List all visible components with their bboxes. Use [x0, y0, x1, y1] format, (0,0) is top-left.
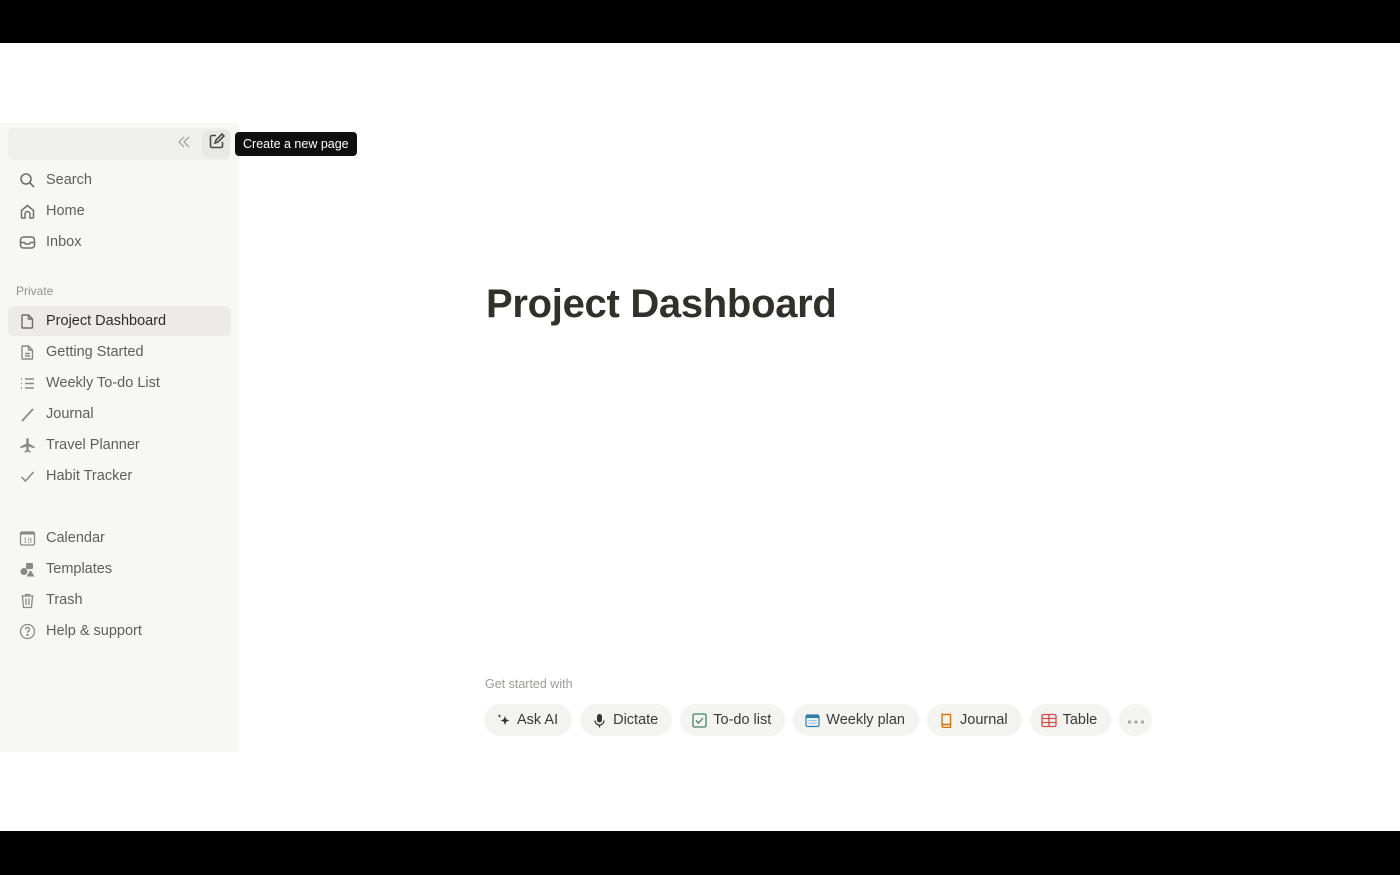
collapse-sidebar-button[interactable]	[172, 132, 196, 156]
chip-label: To-do list	[713, 712, 772, 728]
table-button[interactable]: Table	[1029, 704, 1112, 736]
sidebar-item-label: Calendar	[46, 530, 105, 546]
journal-button[interactable]: Journal	[927, 704, 1022, 736]
page-title[interactable]: Project Dashboard	[486, 282, 837, 327]
sidebar-item-label: Getting Started	[46, 344, 144, 360]
sidebar-item-trash[interactable]: Trash	[8, 585, 231, 615]
trash-icon	[17, 590, 37, 610]
more-options-button[interactable]	[1119, 704, 1153, 736]
sidebar-item-getting-started[interactable]: Getting Started	[8, 337, 231, 367]
calendar-icon: 19	[17, 528, 37, 548]
sidebar-item-label: Habit Tracker	[46, 468, 133, 484]
new-page-tooltip: Create a new page	[235, 132, 357, 156]
sidebar-item-weekly-todo[interactable]: Weekly To-do List	[8, 368, 231, 398]
checkbox-icon	[691, 712, 707, 728]
page-icon	[17, 311, 37, 331]
book-icon	[938, 712, 954, 728]
sidebar-item-templates[interactable]: Templates	[8, 554, 231, 584]
more-icon	[1127, 711, 1145, 729]
svg-text:19: 19	[23, 537, 32, 545]
sidebar-item-label: Search	[46, 172, 92, 188]
sidebar-item-label: Trash	[46, 592, 83, 608]
chip-label: Weekly plan	[826, 712, 905, 728]
get-started-label: Get started with	[485, 677, 573, 691]
app-window: Search Home Inbox Private Project Dashbo…	[0, 43, 1400, 831]
sidebar-item-label: Home	[46, 203, 85, 219]
sidebar-item-label: Project Dashboard	[46, 313, 167, 329]
sidebar-item-project-dashboard[interactable]: Project Dashboard	[8, 306, 231, 336]
sidebar-item-label: Travel Planner	[46, 437, 140, 453]
new-page-button[interactable]	[202, 130, 230, 158]
compose-icon	[208, 132, 225, 155]
chip-label: Ask AI	[517, 712, 559, 728]
document-icon	[17, 342, 37, 362]
todo-list-button[interactable]: To-do list	[680, 704, 786, 736]
microphone-icon	[591, 712, 607, 728]
pencil-icon	[17, 404, 37, 424]
dictate-button[interactable]: Dictate	[580, 704, 673, 736]
home-icon	[17, 201, 37, 221]
templates-icon	[17, 559, 37, 579]
chip-label: Journal	[960, 712, 1008, 728]
sidebar-item-label: Weekly To-do List	[46, 375, 160, 391]
sidebar-item-home[interactable]: Home	[8, 196, 231, 226]
help-icon	[17, 621, 37, 641]
sidebar-item-calendar[interactable]: 19 Calendar	[8, 523, 231, 553]
list-icon	[17, 373, 37, 393]
chip-label: Table	[1062, 712, 1098, 728]
checkmark-icon	[17, 466, 37, 486]
chip-label: Dictate	[613, 712, 659, 728]
sidebar-item-travel-planner[interactable]: Travel Planner	[8, 430, 231, 460]
sidebar-item-inbox[interactable]: Inbox	[8, 227, 231, 257]
section-label-private: Private	[16, 284, 54, 298]
sidebar: Search Home Inbox Private Project Dashbo…	[0, 123, 239, 752]
sidebar-item-search[interactable]: Search	[8, 165, 231, 195]
sidebar-item-journal[interactable]: Journal	[8, 399, 231, 429]
search-icon	[17, 170, 37, 190]
ask-ai-button[interactable]: Ask AI	[484, 704, 573, 736]
get-started-chips: Ask AI Dictate To-do list Weekly plan Jo…	[484, 704, 1153, 736]
sparkle-icon	[495, 712, 511, 728]
sidebar-item-label: Templates	[46, 561, 113, 577]
sidebar-item-help[interactable]: Help & support	[8, 616, 231, 646]
table-icon	[1040, 712, 1057, 728]
sidebar-item-label: Inbox	[46, 234, 82, 250]
double-chevron-left-icon	[176, 134, 192, 155]
sidebar-header	[8, 128, 230, 160]
airplane-icon	[17, 435, 37, 455]
sidebar-item-label: Journal	[46, 406, 94, 422]
inbox-icon	[17, 232, 37, 252]
weekly-plan-button[interactable]: Weekly plan	[793, 704, 919, 736]
calendar-icon	[804, 712, 820, 728]
sidebar-item-habit-tracker[interactable]: Habit Tracker	[8, 461, 231, 491]
sidebar-item-label: Help & support	[46, 623, 142, 639]
